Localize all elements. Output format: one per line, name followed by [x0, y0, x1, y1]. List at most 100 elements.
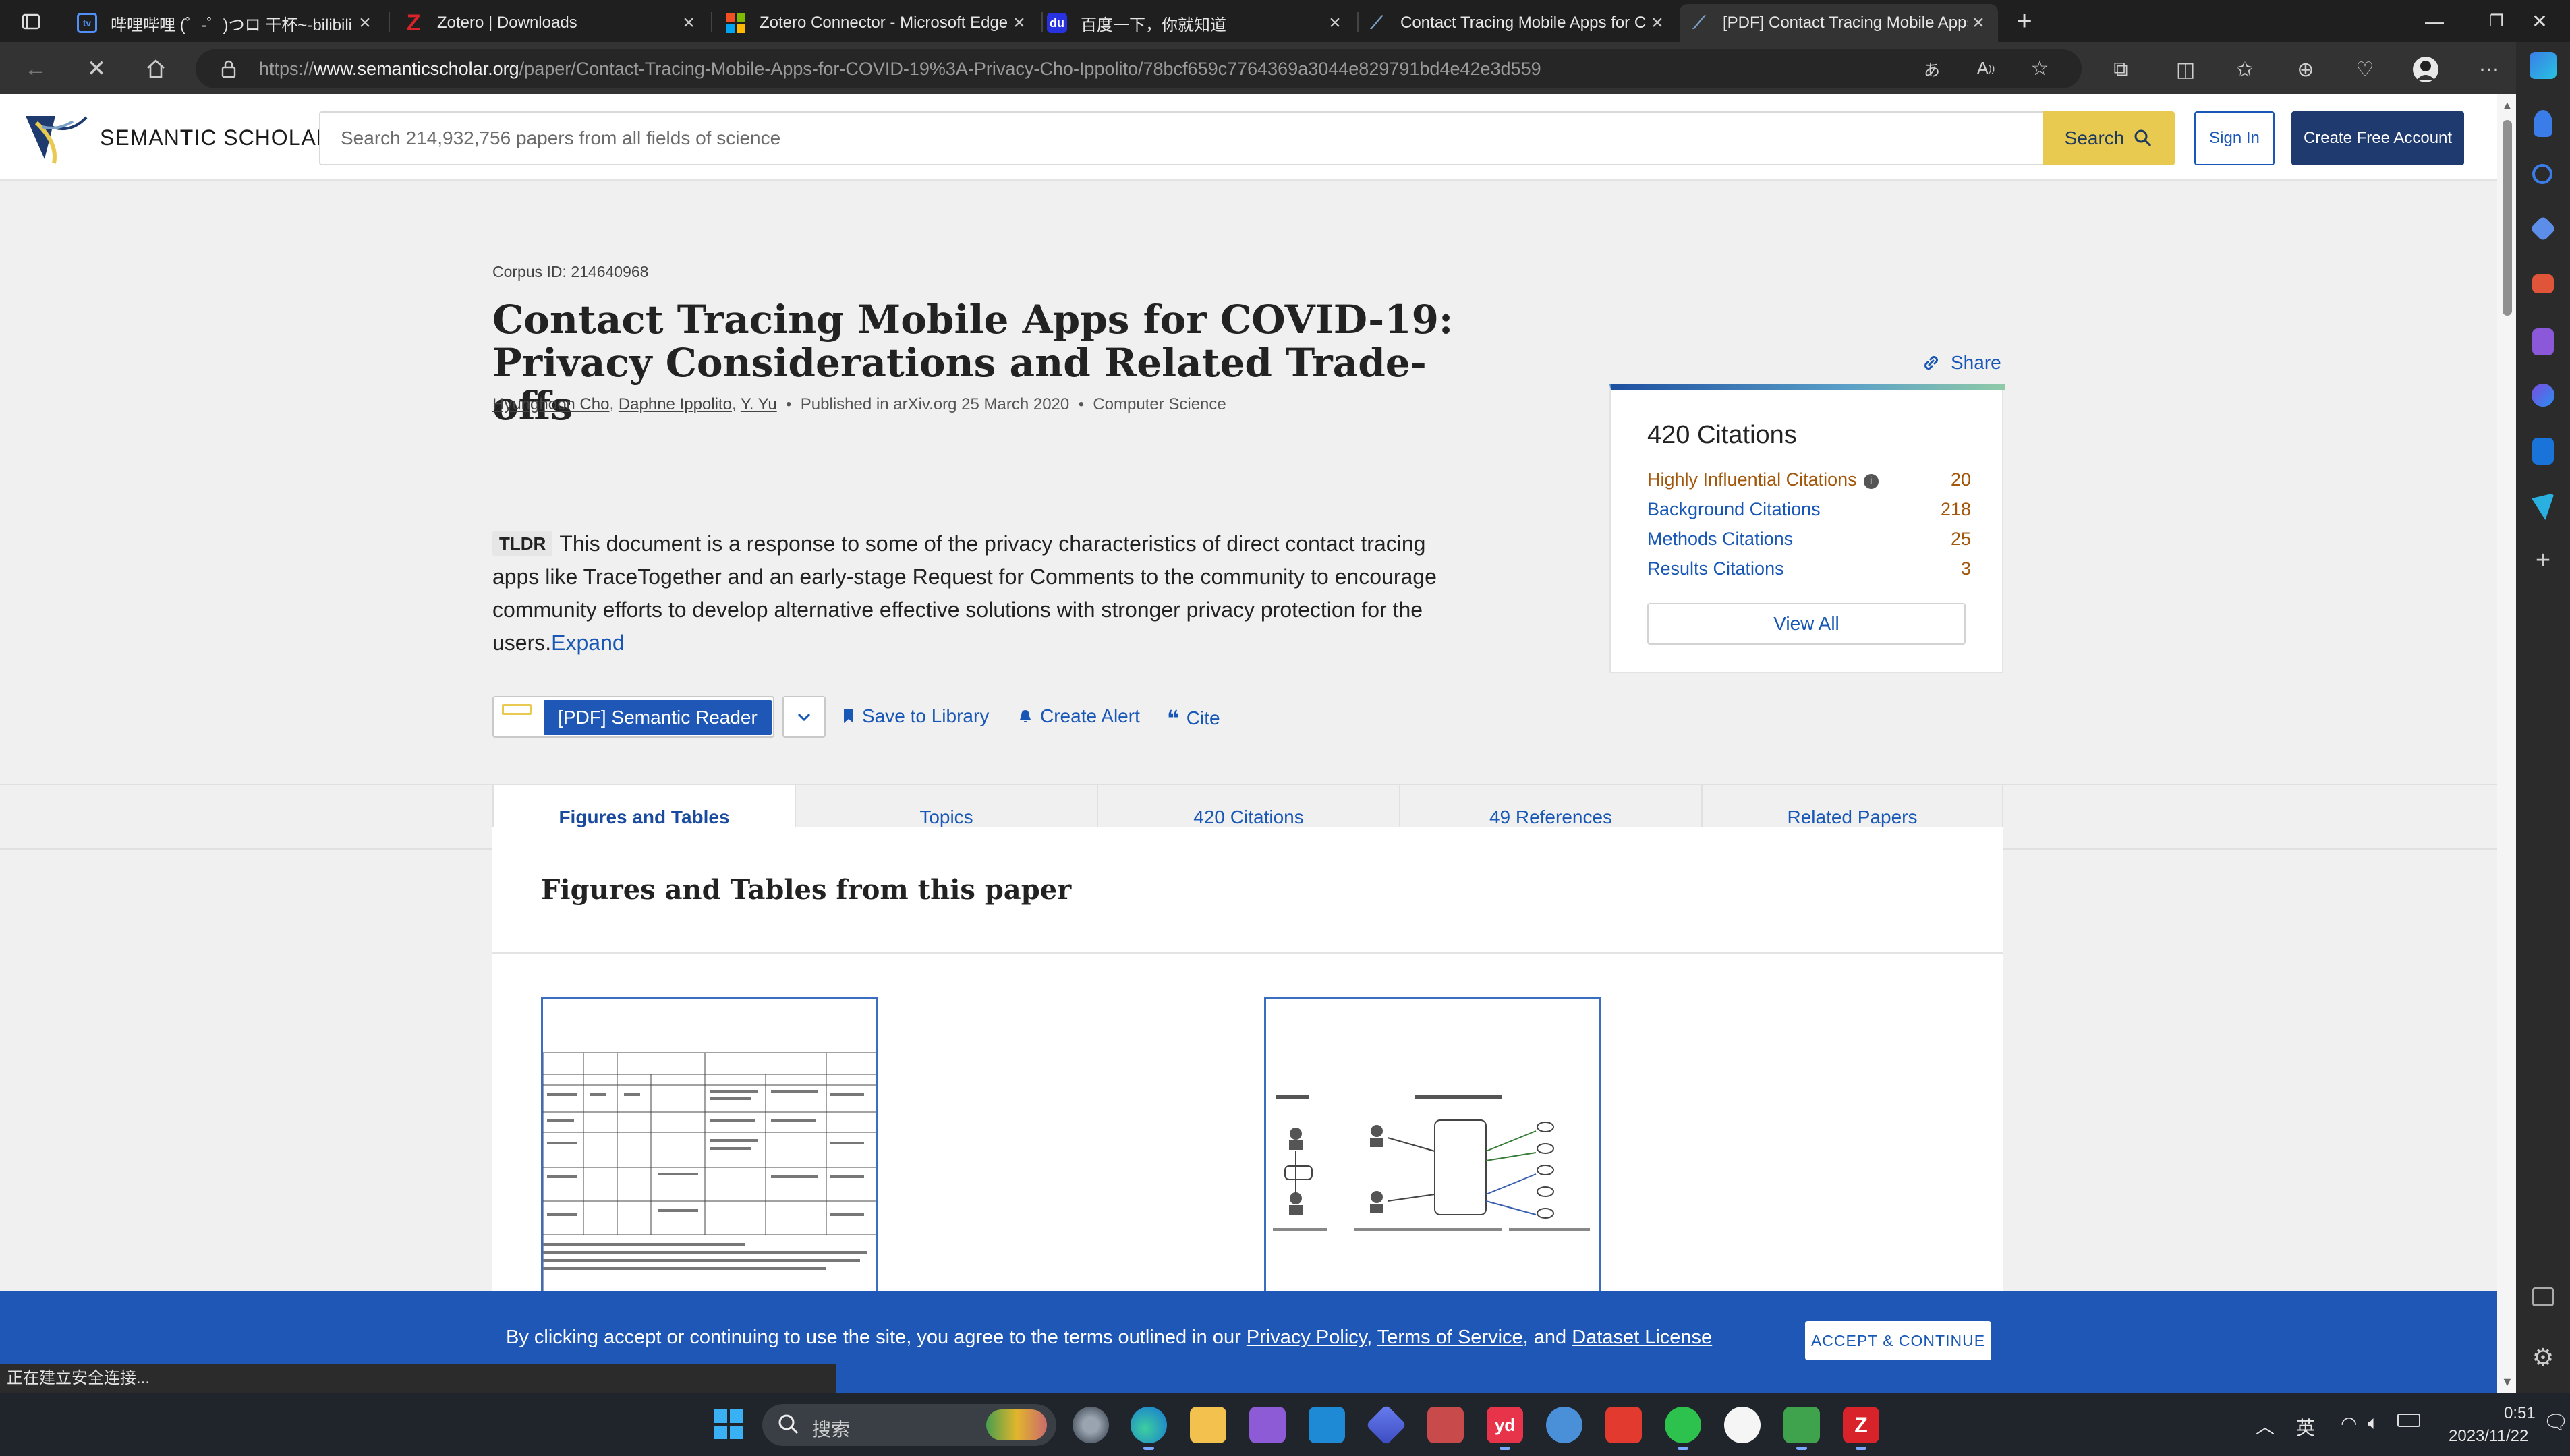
visual-studio-icon[interactable]	[1249, 1407, 1286, 1443]
battery-icon[interactable]	[2397, 1414, 2420, 1427]
translate-icon[interactable]: あ	[1917, 53, 1947, 83]
microsoft365-icon[interactable]	[2532, 384, 2554, 407]
hide-sidebar-icon[interactable]	[2532, 1287, 2554, 1306]
browser-essentials-icon[interactable]: ♡	[2350, 55, 2380, 84]
vscode-icon[interactable]	[1309, 1407, 1345, 1443]
sign-in-button[interactable]: Sign In	[2194, 111, 2275, 165]
author-link[interactable]: Daphne Ippolito	[619, 395, 732, 413]
figure-thumbnail-diagram[interactable]	[1264, 997, 1601, 1307]
tab-close-icon[interactable]: ×	[1009, 11, 1029, 34]
edge-app-icon[interactable]	[1131, 1407, 1167, 1450]
accept-continue-button[interactable]: ACCEPT & CONTINUE	[1805, 1321, 1991, 1360]
lock-icon[interactable]	[219, 59, 239, 79]
clock-time[interactable]: 0:51	[2504, 1404, 2536, 1423]
notification-icon[interactable]	[2534, 110, 2552, 137]
youdao-app-icon[interactable]: yd	[1487, 1407, 1523, 1450]
extensions-icon[interactable]: ⧉	[2106, 55, 2136, 84]
citation-row-background[interactable]: Background Citations 218	[1647, 499, 1971, 520]
settings-app-icon[interactable]	[1073, 1407, 1109, 1443]
privacy-policy-link[interactable]: Privacy Policy	[1247, 1327, 1367, 1348]
more-menu-icon[interactable]: ⋯	[2474, 55, 2504, 84]
games-icon[interactable]	[2532, 328, 2554, 355]
quote-icon: ❝	[1167, 706, 1180, 730]
stop-loading-icon[interactable]: ✕	[81, 53, 112, 84]
scroll-up-arrow-icon[interactable]: ▲	[2501, 98, 2513, 113]
dataset-license-link[interactable]: Dataset License	[1572, 1327, 1712, 1348]
add-sidebar-icon[interactable]: +	[2530, 547, 2557, 574]
cite-button[interactable]: ❝ Cite	[1167, 705, 1220, 731]
tray-overflow-icon[interactable]: ︿	[2256, 1412, 2275, 1439]
figure-thumbnail-table[interactable]	[541, 997, 878, 1307]
expand-link[interactable]: Expand	[551, 631, 625, 655]
citation-row-results[interactable]: Results Citations 3	[1647, 558, 1971, 579]
read-aloud-icon[interactable]: A))	[1971, 53, 2001, 83]
copilot-icon[interactable]	[2530, 52, 2557, 79]
shopping-icon[interactable]	[2530, 215, 2557, 242]
zotero-app-icon[interactable]: Z	[1843, 1407, 1879, 1450]
author-link[interactable]: Hyunghoon Cho	[492, 395, 609, 413]
profile-avatar[interactable]	[2411, 55, 2440, 84]
search-sidebar-icon[interactable]	[2532, 164, 2552, 184]
semantic-reader-button[interactable]: [PDF] Semantic Reader	[492, 696, 774, 738]
create-alert-button[interactable]: Create Alert	[1017, 705, 1140, 727]
scroll-down-arrow-icon[interactable]: ▼	[2501, 1375, 2513, 1389]
tab-zotero-downloads[interactable]: Z Zotero | Downloads ×	[394, 4, 708, 42]
ime-indicator[interactable]: 英	[2296, 1414, 2315, 1440]
reader-app-icon[interactable]	[1427, 1407, 1464, 1443]
split-screen-icon[interactable]: ◫	[2171, 55, 2200, 84]
tab-close-icon[interactable]: ×	[355, 11, 375, 34]
favorites-icon[interactable]: ✩	[2230, 55, 2260, 84]
tab-contact-tracing[interactable]: ⟋ Contact Tracing Mobile Apps for COVID-…	[1357, 4, 1677, 42]
scrollbar-thumb[interactable]	[2503, 120, 2512, 316]
search-button[interactable]: Search	[2043, 111, 2175, 165]
tools-icon[interactable]	[2532, 274, 2554, 293]
notification-center-icon[interactable]: 🗨︎	[2543, 1411, 2569, 1434]
new-tab-button[interactable]: +	[1987, 0, 2061, 42]
tab-close-icon[interactable]: ×	[679, 11, 699, 34]
terminal-app-icon[interactable]	[1783, 1407, 1820, 1450]
clock-date[interactable]: 2023/11/22	[2449, 1427, 2528, 1446]
info-icon[interactable]: i	[1863, 474, 1879, 489]
tab-zotero-connector[interactable]: Zotero Connector - Microsoft Edge Add-on…	[716, 4, 1039, 42]
collections-icon[interactable]: ⊕	[2291, 55, 2320, 84]
page-scrollbar[interactable]: ▲ ▼	[2497, 94, 2516, 1393]
semantic-scholar-logo-icon[interactable]	[24, 109, 89, 166]
create-account-button[interactable]: Create Free Account	[2291, 111, 2464, 165]
terms-of-service-link[interactable]: Terms of Service	[1377, 1327, 1523, 1348]
taskbar-search-box[interactable]: 搜索	[762, 1404, 1056, 1446]
tab-baidu[interactable]: du 百度一下，你就知道 ×	[1037, 4, 1354, 42]
wifi-icon[interactable]: ◠	[2341, 1412, 2357, 1434]
close-window-icon[interactable]: ✕	[2509, 0, 2570, 42]
back-icon[interactable]: ←	[20, 53, 51, 84]
address-bar[interactable]: https://www.semanticscholar.org/paper/Co…	[196, 49, 2082, 88]
drop-icon[interactable]	[2532, 493, 2554, 520]
qq-icon[interactable]	[1724, 1407, 1761, 1443]
settings-gear-icon[interactable]: ⚙	[2530, 1344, 2557, 1371]
app-cube-icon[interactable]	[1365, 1404, 1407, 1446]
reader-dropdown-button[interactable]	[782, 696, 826, 738]
file-explorer-icon[interactable]	[1190, 1407, 1226, 1443]
view-all-citations-button[interactable]: View All	[1647, 603, 1966, 645]
share-button[interactable]: Share	[1921, 352, 2001, 374]
citation-row-methods[interactable]: Methods Citations 25	[1647, 529, 1971, 550]
volume-icon[interactable]: 🔈︎	[2368, 1412, 2379, 1434]
tab-close-icon[interactable]: ×	[1325, 11, 1345, 34]
wechat-icon[interactable]	[1665, 1407, 1701, 1450]
windows-start-icon[interactable]	[712, 1408, 745, 1440]
save-to-library-button[interactable]: Save to Library	[842, 705, 989, 727]
tab-actions-icon[interactable]	[18, 8, 45, 35]
tab-close-icon[interactable]: ×	[1968, 11, 1989, 34]
outlook-icon[interactable]	[2532, 438, 2554, 465]
network-tool-icon[interactable]	[1546, 1407, 1582, 1443]
citation-row-influential[interactable]: Highly Influential Citations i 20	[1647, 469, 1971, 490]
search-input[interactable]: Search 214,932,756 papers from all field…	[319, 111, 2043, 165]
tldr-summary: TLDR This document is a response to some …	[492, 527, 1457, 660]
site-logo-text[interactable]: SEMANTIC SCHOLAR	[100, 125, 333, 150]
favorite-star-icon[interactable]: ☆	[2025, 53, 2055, 83]
tab-bilibili[interactable]: tv 哔哩哔哩 (゜-゜)つロ 干杯~-bilibili ×	[67, 4, 384, 42]
wps-icon[interactable]	[1605, 1407, 1642, 1443]
home-icon[interactable]	[140, 53, 171, 84]
tab-pdf-contact-tracing[interactable]: ⟋ [PDF] Contact Tracing Mobile Apps for …	[1680, 4, 1998, 42]
tab-close-icon[interactable]: ×	[1647, 11, 1667, 34]
author-link[interactable]: Y. Yu	[741, 395, 777, 413]
